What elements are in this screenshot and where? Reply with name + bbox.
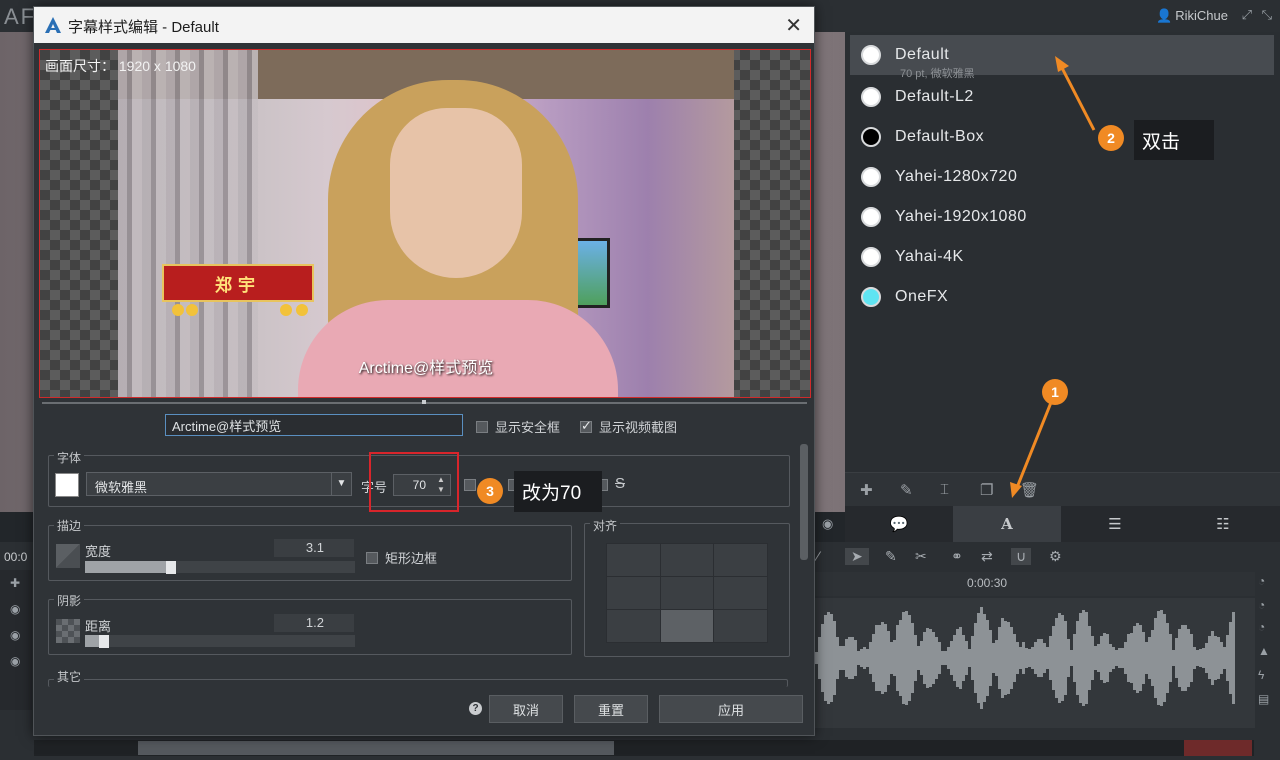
annotation-badge-2: 2 [1098,125,1124,151]
annotation-badge-1: 1 [1042,379,1068,405]
annotation-badge-3: 3 [477,478,503,504]
annotation-callout-2: 双击 [1134,120,1214,160]
annotation-callout-3: 改为70 [514,471,602,512]
annotation-arrows [1010,56,1096,498]
